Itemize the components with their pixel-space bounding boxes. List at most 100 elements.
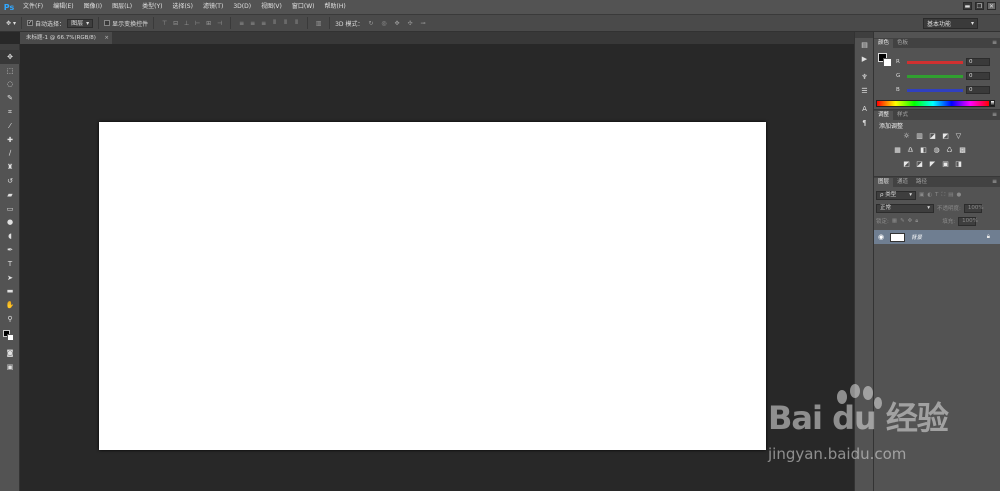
auto-align-icon[interactable]: ▥ [314,19,323,28]
adjustment-icon[interactable]: ◪ [915,160,924,169]
document-canvas[interactable] [99,122,766,450]
slide-3d-icon[interactable]: ✣ [405,19,414,28]
tab-layers[interactable]: 图层 [874,178,894,187]
tab-color[interactable]: 颜色 [874,39,894,48]
move-tool-icon[interactable]: ✥ [0,50,20,64]
lasso-tool-icon[interactable]: ◌ [0,78,20,92]
adjustment-icon[interactable]: ☼ [902,132,911,141]
filter-adjustment-icon[interactable]: ◐ [927,192,932,198]
workspace-dropdown[interactable]: 基本功能 ▾ [923,18,978,29]
filter-smart-icon[interactable]: ▤ [948,192,953,198]
path-select-tool-icon[interactable]: ➤ [0,271,20,285]
layer-name[interactable]: 背景 [911,233,922,241]
adjustment-icon[interactable]: ◧ [919,146,928,155]
red-slider-track[interactable] [907,60,963,64]
rotate-3d-icon[interactable]: ↻ [366,19,375,28]
distribute-left-icon[interactable]: ⦀ [270,19,279,28]
close-tab-icon[interactable]: × [104,32,109,44]
fill-input[interactable]: 100% [958,216,978,226]
menu-type[interactable]: 类型(Y) [137,0,167,14]
character-panel-icon[interactable]: A [855,102,874,116]
distribute-vcenter-icon[interactable]: ≡ [248,19,257,28]
crop-tool-icon[interactable]: ⌗ [0,105,20,119]
properties-panel-icon[interactable]: ☰ [855,84,874,98]
eyedropper-tool-icon[interactable]: ⁄ [0,119,20,133]
adjustment-icon[interactable]: ▦ [893,146,902,155]
show-transform-checkbox[interactable] [104,20,111,26]
tab-styles[interactable]: 样式 [893,111,912,120]
green-value-input[interactable]: 0 [966,72,990,80]
tab-swatches[interactable]: 色板 [893,39,912,48]
align-bottom-icon[interactable]: ⊥ [182,19,191,28]
menu-window[interactable]: 窗口(W) [287,0,320,14]
green-slider-track[interactable] [907,74,963,78]
type-tool-icon[interactable]: T [0,257,20,271]
menu-3d[interactable]: 3D(D) [228,0,256,14]
background-color-swatch[interactable] [883,58,892,67]
quick-mask-icon[interactable]: ◙ [0,346,20,360]
adjustment-icon[interactable]: ♺ [945,146,954,155]
layer-filter-dropdown[interactable]: ρ 类型 ▾ [876,190,916,200]
quick-select-tool-icon[interactable]: ✎ [0,91,20,105]
distribute-bottom-icon[interactable]: ≡ [259,19,268,28]
eye-icon[interactable]: ◉ [874,233,888,241]
align-top-icon[interactable]: ⊤ [160,19,169,28]
actions-panel-icon[interactable]: ▶ [855,52,874,66]
menu-filter[interactable]: 滤镜(T) [198,0,228,14]
filter-type-icon[interactable]: T [935,192,938,198]
screen-mode-icon[interactable]: ▣ [0,360,20,374]
menu-file[interactable]: 文件(F) [18,0,48,14]
align-vcenter-icon[interactable]: ⊟ [171,19,180,28]
lock-pixels-icon[interactable]: ✎ [900,218,905,224]
blend-mode-dropdown[interactable]: 正常 ▾ [876,203,934,213]
panel-menu-icon[interactable]: ≡ [992,39,997,46]
filter-shape-icon[interactable]: ⛶ [941,192,945,199]
distribute-hcenter-icon[interactable]: ⦀ [281,19,290,28]
close-button[interactable]: ✕ [987,2,996,10]
adjustment-icon[interactable]: ◪ [928,132,937,141]
black-white-ramp[interactable] [990,100,995,107]
menu-image[interactable]: 图像(I) [79,0,107,14]
menu-select[interactable]: 选择(S) [167,0,198,14]
background-color-swatch[interactable] [7,333,14,341]
adjustment-icon[interactable]: ▩ [958,146,967,155]
layer-row[interactable]: ◉ 背景 🔒︎ [874,230,1000,244]
adjustment-icon[interactable]: ◩ [941,132,950,141]
menu-edit[interactable]: 编辑(E) [48,0,78,14]
adjustment-icon[interactable]: ◍ [932,146,941,155]
align-left-icon[interactable]: ⊢ [193,19,202,28]
menu-layer[interactable]: 图层(L) [107,0,137,14]
eraser-tool-icon[interactable]: ▰ [0,188,20,202]
distribute-right-icon[interactable]: ⦀ [292,19,301,28]
roll-3d-icon[interactable]: ◎ [379,19,388,28]
filter-pixel-icon[interactable]: ▣ [919,192,924,198]
scale-3d-icon[interactable]: ⊸ [418,19,427,28]
tab-adjustments[interactable]: 调整 [874,111,894,120]
panel-menu-icon[interactable]: ≡ [992,111,997,118]
adjustment-icon[interactable]: ◤ [928,160,937,169]
distribute-top-icon[interactable]: ≡ [237,19,246,28]
filter-toggle-icon[interactable]: ● [956,192,961,198]
healing-brush-tool-icon[interactable]: ✚ [0,133,20,147]
blue-value-input[interactable]: 0 [966,86,990,94]
adjustment-icon[interactable]: ♎ [906,146,915,155]
drag-3d-icon[interactable]: ✥ [392,19,401,28]
align-right-icon[interactable]: ⊣ [215,19,224,28]
gradient-tool-icon[interactable]: ▭ [0,202,20,216]
minimize-button[interactable]: ▬ [963,2,972,10]
lock-all-icon[interactable]: 🔒︎ [915,218,918,225]
dodge-tool-icon[interactable]: ◖ [0,229,20,243]
shape-tool-icon[interactable]: ▬ [0,285,20,299]
tab-paths[interactable]: 路径 [912,178,931,187]
opacity-input[interactable]: 100% [963,203,984,213]
lock-transparent-icon[interactable]: ▦ [892,218,897,224]
adjustment-icon[interactable]: ▽ [954,132,963,141]
paragraph-panel-icon[interactable]: ¶ [855,116,874,130]
brush-tool-icon[interactable]: ∕ [0,147,20,161]
clone-stamp-tool-icon[interactable]: ♜ [0,160,20,174]
menu-help[interactable]: 帮助(H) [320,0,351,14]
auto-select-dropdown[interactable]: 图层 ▾ [67,18,94,28]
blur-tool-icon[interactable]: ● [0,216,20,230]
adjustment-icon[interactable]: ◩ [902,160,911,169]
adjustment-icon[interactable]: ▣ [941,160,950,169]
